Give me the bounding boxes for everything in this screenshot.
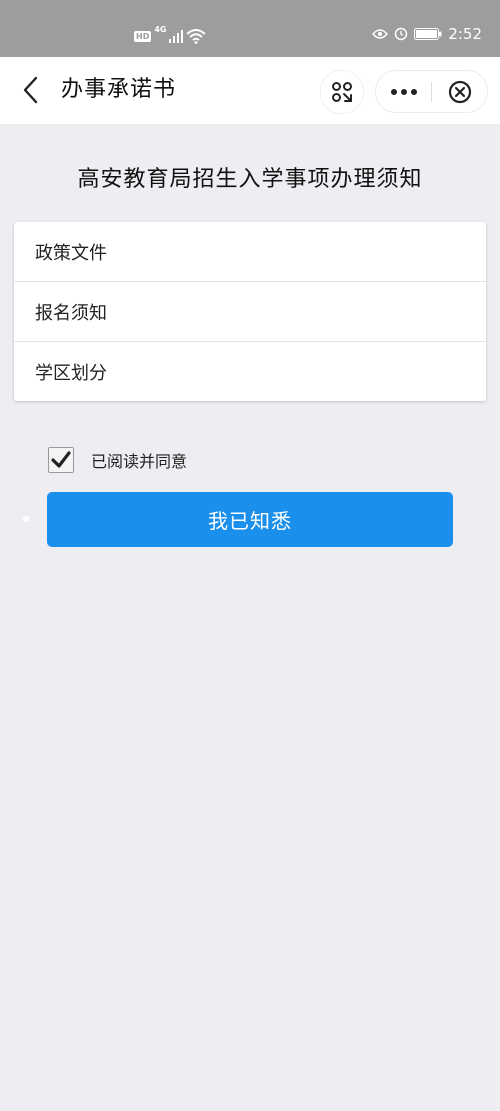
close-button[interactable] (432, 71, 487, 112)
agree-row: 已阅读并同意 (48, 446, 187, 474)
hd-badge: HD (134, 30, 152, 42)
back-button[interactable] (18, 73, 48, 107)
nav-bar: 办事承诺书 (0, 57, 500, 124)
eye-icon (372, 29, 389, 39)
more-button[interactable] (376, 71, 431, 112)
list-item-school-district[interactable]: 学区划分 (14, 342, 486, 401)
network-type: 4G (154, 24, 167, 34)
more-dots-icon (390, 88, 417, 95)
signal-icon (169, 30, 184, 43)
status-signal-group: HD 4G (134, 24, 207, 46)
indicator-dot (23, 516, 29, 522)
checkmark-icon (51, 451, 71, 468)
list-item-label: 报名须知 (35, 302, 107, 324)
agree-checkbox[interactable] (48, 447, 74, 473)
mini-program-capsule (375, 70, 488, 113)
confirm-button[interactable]: 我已知悉 (47, 492, 453, 547)
list-item-label: 政策文件 (35, 242, 107, 264)
close-circle-icon (448, 80, 471, 103)
document-list: 政策文件 报名须知 学区划分 (14, 222, 486, 401)
list-item-policy-documents[interactable]: 政策文件 (14, 222, 486, 282)
clock: 2:52 (448, 25, 482, 43)
list-item-label: 学区划分 (35, 362, 107, 384)
status-right-group: 2:52 (372, 24, 482, 44)
alarm-icon (395, 27, 408, 41)
agree-label: 已阅读并同意 (91, 452, 188, 471)
page-title: 办事承诺书 (61, 77, 177, 102)
status-bar: HD 4G 2:52 (0, 0, 500, 57)
scan-icon (332, 82, 352, 102)
scan-button[interactable] (320, 70, 364, 114)
list-item-registration-notice[interactable]: 报名须知 (14, 282, 486, 342)
battery-icon (414, 28, 442, 40)
content-heading: 高安教育局招生入学事项办理须知 (77, 167, 423, 192)
chevron-left-icon (23, 76, 38, 104)
wifi-icon (186, 29, 207, 44)
